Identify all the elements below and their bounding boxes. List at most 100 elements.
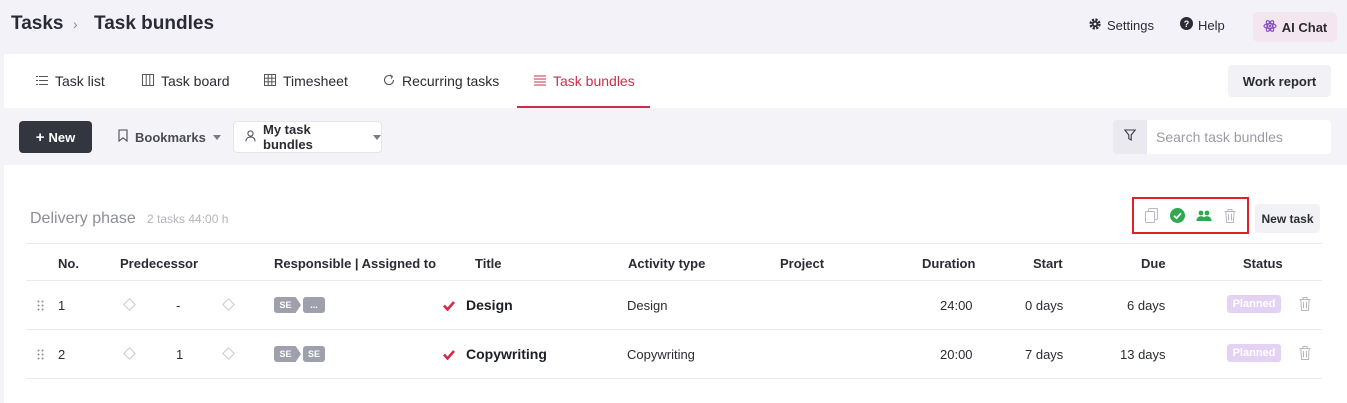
activity-type: Design — [627, 298, 668, 313]
bookmarks-label: Bookmarks — [135, 129, 206, 145]
bundle-filter-value: My task bundles — [263, 122, 313, 152]
priority-check-icon — [443, 298, 455, 316]
tab-label: Task list — [55, 73, 105, 89]
bundle-filter-select[interactable]: My task bundles — [233, 121, 382, 153]
bundle-task-count: 2 tasks — [147, 212, 186, 226]
column-header: Title — [475, 256, 502, 271]
activity-type: Copywriting — [627, 347, 695, 362]
bundle-meta: 2 tasks 44:00 h — [147, 212, 228, 226]
tab-task-list[interactable]: Task list — [36, 73, 105, 89]
work-report-button[interactable]: Work report — [1228, 65, 1331, 97]
tab-label: Timesheet — [283, 73, 348, 89]
task-number: 1 — [58, 298, 66, 313]
bookmark-icon — [118, 129, 128, 145]
atom-icon — [1263, 19, 1277, 36]
assigned-avatar[interactable]: SE — [303, 346, 325, 362]
bookmarks-dropdown[interactable]: Bookmarks — [110, 121, 229, 153]
trash-icon[interactable] — [1222, 208, 1238, 224]
column-header: Start — [1033, 256, 1063, 271]
column-header: Due — [1141, 256, 1166, 271]
breadcrumb-separator: › — [73, 16, 78, 32]
task-title[interactable]: Copywriting — [466, 346, 547, 362]
settings-link[interactable]: Settings — [1088, 17, 1154, 34]
due: 13 days — [1120, 347, 1166, 362]
chevron-down-icon — [373, 134, 381, 140]
tab-label: Recurring tasks — [402, 73, 500, 89]
column-header: Activity type — [628, 256, 706, 271]
tab-bar: Task list Task board Timesheet Recurring… — [4, 54, 1347, 108]
column-header: Status — [1243, 256, 1283, 271]
predecessor-value[interactable]: 1 — [176, 347, 183, 362]
bundle-name[interactable]: Delivery phase — [30, 210, 136, 228]
predecessor-end-diamond-icon[interactable] — [222, 298, 235, 311]
duration: 24:00 — [940, 298, 973, 313]
help-link[interactable]: ? Help — [1180, 17, 1225, 33]
filter-icon — [1123, 128, 1137, 146]
breadcrumb-root[interactable]: Tasks — [11, 13, 63, 35]
top-header: Tasks › Task bundles Settings ? Help AI … — [0, 0, 1347, 54]
new-task-button[interactable]: New task — [1255, 204, 1320, 233]
responsible-avatar[interactable]: SE — [274, 346, 301, 362]
tab-recurring-tasks[interactable]: Recurring tasks — [383, 73, 499, 89]
grid-icon — [264, 73, 276, 89]
ai-chat-label: AI Chat — [1281, 19, 1328, 35]
board-icon — [142, 73, 154, 89]
predecessor-end-diamond-icon[interactable] — [222, 347, 235, 360]
predecessor-start-diamond-icon[interactable] — [123, 298, 136, 311]
tab-label: Task board — [161, 73, 230, 89]
status-badge[interactable]: Planned — [1227, 295, 1281, 313]
copy-icon[interactable] — [1144, 208, 1160, 224]
status-badge[interactable]: Planned — [1227, 344, 1281, 362]
delete-row-trash-icon[interactable] — [1299, 297, 1311, 316]
refresh-icon — [383, 73, 395, 89]
column-header: Responsible | Assigned to — [274, 256, 437, 271]
user-icon — [245, 129, 256, 145]
tab-task-board[interactable]: Task board — [142, 73, 229, 89]
bundle-total-hours: 44:00 h — [188, 212, 229, 226]
tab-task-bundles[interactable]: Task bundles — [534, 73, 635, 89]
table-header: No. Predecessor Responsible | Assigned t… — [26, 243, 1322, 281]
duration: 20:00 — [940, 347, 973, 362]
responsible-avatar[interactable]: SE — [274, 297, 301, 313]
new-button-label: New — [48, 129, 76, 145]
task-title[interactable]: Design — [466, 297, 513, 313]
column-header: Duration — [922, 256, 976, 271]
predecessor-start-diamond-icon[interactable] — [123, 347, 136, 360]
start: 0 days — [1025, 298, 1064, 313]
tab-label: Task bundles — [553, 73, 635, 89]
chevron-down-icon — [212, 134, 221, 140]
check-circle-icon[interactable] — [1170, 208, 1186, 224]
tab-timesheet[interactable]: Timesheet — [264, 73, 348, 89]
priority-check-icon — [443, 347, 455, 365]
new-button[interactable]: + New — [19, 121, 92, 153]
predecessor-value[interactable]: - — [176, 298, 180, 313]
assigned-avatar[interactable]: ... — [303, 297, 325, 313]
ai-chat-button[interactable]: AI Chat — [1253, 12, 1337, 42]
table-row[interactable]: 1 - SE ... Design Design 24:00 0 days 6 … — [26, 281, 1322, 330]
gear-icon — [1088, 17, 1102, 34]
column-header: Predecessor — [120, 256, 199, 271]
page-title: Task bundles — [94, 13, 215, 34]
table-row[interactable]: 2 1 SE SE Copywriting Copywriting 20:00 … — [26, 330, 1322, 379]
bundle-action-icons — [1132, 197, 1249, 234]
bundle-list-icon — [534, 73, 546, 89]
filter-button[interactable] — [1113, 120, 1147, 154]
users-icon[interactable] — [1196, 208, 1212, 224]
search-input[interactable] — [1147, 120, 1331, 154]
start: 7 days — [1025, 347, 1064, 362]
help-icon: ? — [1180, 17, 1193, 33]
main-card: Task list Task board Timesheet Recurring… — [4, 54, 1347, 403]
task-table: No. Predecessor Responsible | Assigned t… — [26, 243, 1322, 379]
toolbar: + New Bookmarks My task bundles — [4, 108, 1347, 165]
column-header: Project — [780, 256, 825, 271]
drag-handle-icon[interactable] — [37, 298, 44, 316]
settings-label: Settings — [1107, 18, 1154, 33]
due: 6 days — [1127, 298, 1166, 313]
help-label: Help — [1198, 17, 1225, 33]
list-icon — [36, 73, 48, 89]
delete-row-trash-icon[interactable] — [1299, 346, 1311, 365]
svg-text:?: ? — [1184, 19, 1190, 29]
drag-handle-icon[interactable] — [37, 347, 44, 365]
column-header: No. — [58, 256, 79, 271]
plus-icon: + — [35, 128, 45, 146]
